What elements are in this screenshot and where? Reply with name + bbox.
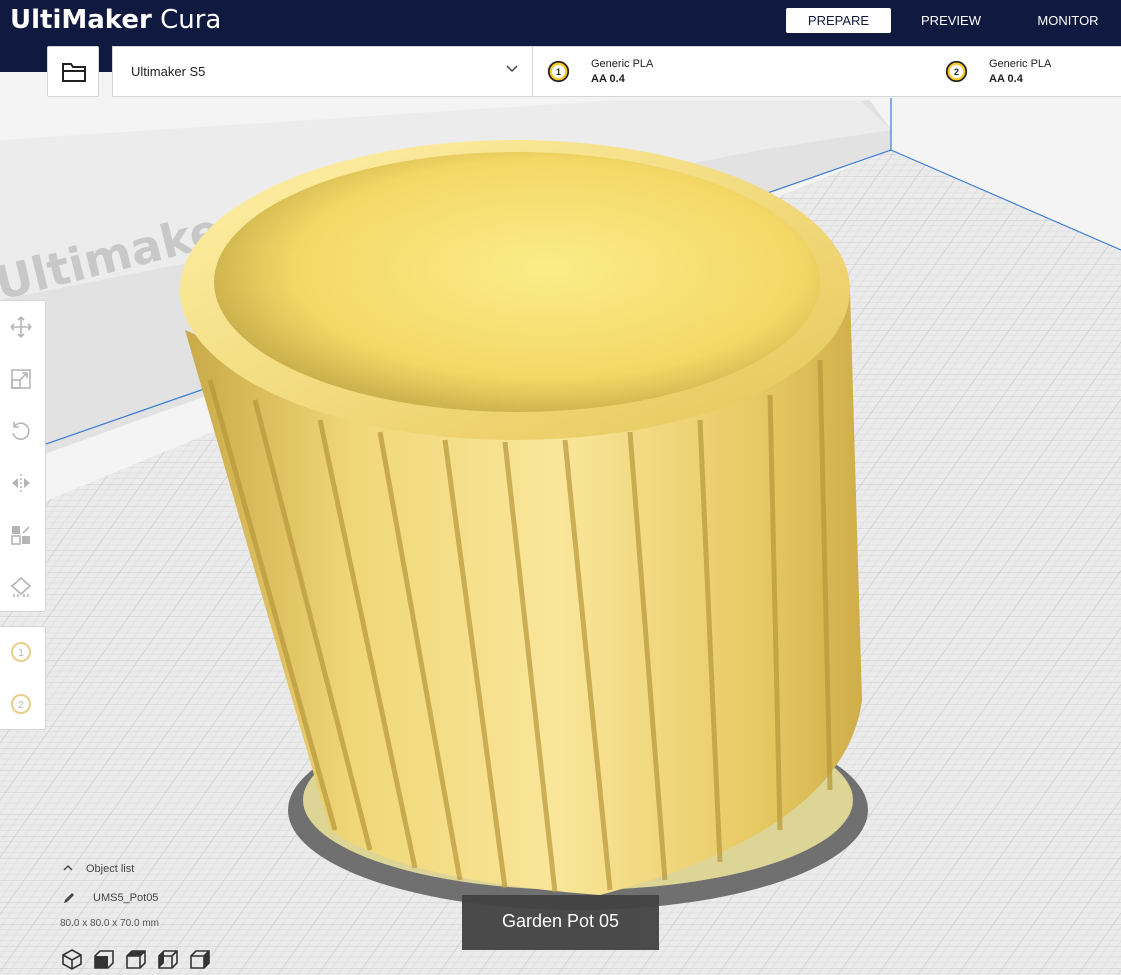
- mirror-icon[interactable]: [9, 471, 33, 495]
- printer-header: Ultimaker S5 1 Generic PLA AA 0.4 2 Gene…: [112, 46, 1121, 97]
- model-name-label: Garden Pot 05: [462, 895, 659, 950]
- tab-monitor[interactable]: MONITOR: [1022, 8, 1114, 33]
- extruder-2-config[interactable]: 2 Generic PLA AA 0.4: [945, 47, 1121, 96]
- svg-text:2: 2: [18, 700, 24, 711]
- svg-text:2: 2: [954, 67, 959, 77]
- extruder-1-core: AA 0.4: [591, 73, 625, 85]
- pot-interior: [214, 152, 820, 412]
- extruder-1-assign-icon[interactable]: 1: [9, 640, 33, 664]
- chevron-down-icon: [506, 65, 518, 73]
- 3d-view-icon[interactable]: [60, 947, 84, 971]
- per-model-settings-icon[interactable]: [9, 523, 33, 547]
- extruder-1-config[interactable]: 1 Generic PLA AA 0.4: [547, 47, 847, 96]
- object-dimensions: 80.0 x 80.0 x 70.0 mm: [60, 918, 159, 929]
- object-name: UMS5_Pot05: [93, 892, 159, 904]
- support-blocker-icon[interactable]: [9, 575, 33, 599]
- printer-name: Ultimaker S5: [131, 64, 206, 79]
- open-file-button[interactable]: [47, 46, 99, 97]
- right-view-icon[interactable]: [188, 947, 212, 971]
- tool-panel: [0, 300, 46, 612]
- extruder-tool-panel: 1 2: [0, 626, 46, 730]
- front-view-icon[interactable]: [92, 947, 116, 971]
- scale-icon[interactable]: [9, 367, 33, 391]
- extruder-2-material: Generic PLA: [989, 58, 1052, 70]
- extruder-2-icon: 2: [945, 60, 968, 83]
- printer-selector[interactable]: Ultimaker S5: [113, 47, 533, 96]
- extruder-2-core: AA 0.4: [989, 73, 1023, 85]
- tab-preview[interactable]: PREVIEW: [905, 8, 997, 33]
- edit-icon: [64, 893, 74, 903]
- move-icon[interactable]: [9, 315, 33, 339]
- svg-text:1: 1: [556, 67, 561, 77]
- 3d-viewport[interactable]: Ultimaker S5: [0, 0, 1121, 975]
- folder-icon: [62, 63, 86, 82]
- app-logo: UltiMaker Cura: [10, 5, 222, 35]
- extruder-1-material: Generic PLA: [591, 58, 654, 70]
- object-list-title: Object list: [86, 863, 135, 875]
- top-view-icon[interactable]: [124, 947, 148, 971]
- extruder-1-icon: 1: [547, 60, 570, 83]
- svg-text:1: 1: [18, 648, 24, 659]
- tab-prepare[interactable]: PREPARE: [786, 8, 891, 33]
- left-view-icon[interactable]: [156, 947, 180, 971]
- rotate-icon[interactable]: [9, 419, 33, 443]
- extruder-2-assign-icon[interactable]: 2: [9, 692, 33, 716]
- chevron-up-icon: [63, 865, 73, 871]
